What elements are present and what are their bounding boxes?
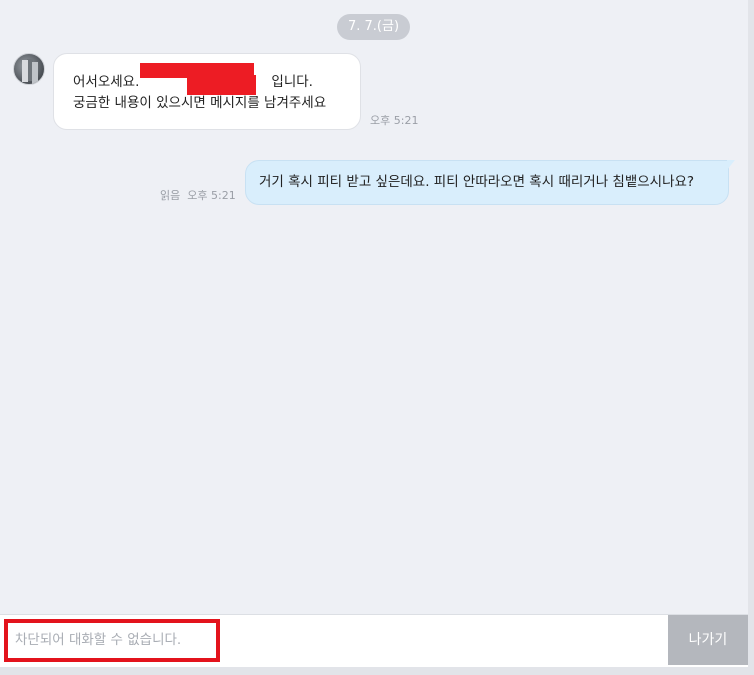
outgoing-message-bubble: 거기 혹시 피티 받고 싶은데요. 피티 안따라오면 혹시 때리거나 침뱉으시나… — [245, 160, 735, 205]
sender-avatar[interactable] — [13, 53, 45, 85]
outgoing-message-meta: 읽음 오후 5:21 — [160, 187, 243, 203]
scrollbar[interactable] — [748, 0, 754, 675]
chat-message-area: 7. 7.(금) 어서오세요. 입니다. 궁금한 내용이 있으시면 메시지를 남겨… — [0, 0, 748, 614]
redaction-mark — [187, 75, 256, 95]
incoming-message-bubble: 어서오세요. 입니다. 궁금한 내용이 있으시면 메시지를 남겨주세요 — [53, 53, 361, 130]
outgoing-message-time: 오후 5:21 — [187, 189, 236, 202]
window-bottom-edge — [0, 667, 754, 675]
incoming-message-ending: 입니다. — [271, 74, 313, 90]
read-receipt: 읽음 — [160, 189, 181, 202]
date-divider: 7. 7.(금) — [337, 14, 410, 40]
message-input-bar: 차단되어 대화할 수 없습니다. — [0, 614, 748, 667]
message-input-blocked[interactable]: 차단되어 대화할 수 없습니다. — [4, 619, 220, 662]
incoming-message-time: 오후 5:21 — [370, 114, 419, 127]
exit-button[interactable]: 나가기 — [668, 615, 748, 665]
incoming-message-line-2: 궁금한 내용이 있으시면 메시지를 남겨주세요 — [73, 95, 327, 111]
incoming-message-greeting: 어서오세요. — [73, 74, 140, 90]
